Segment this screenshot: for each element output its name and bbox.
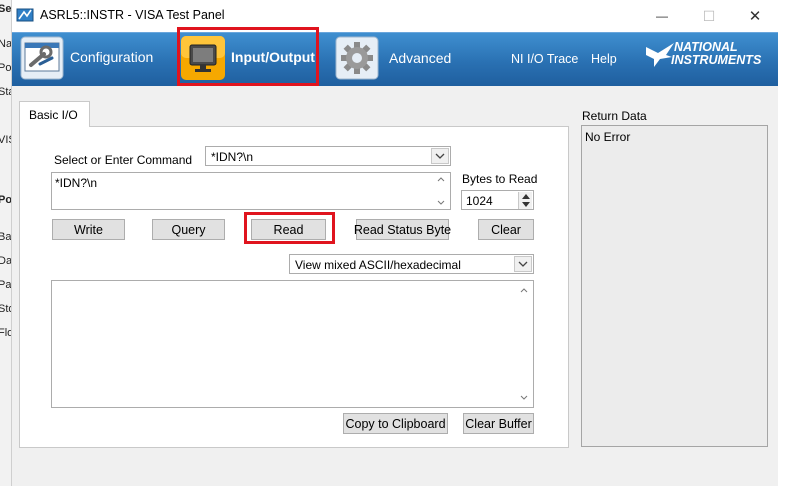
scroll-down-icon[interactable] bbox=[520, 395, 528, 400]
stepper-up-icon[interactable] bbox=[522, 194, 530, 199]
return-data-panel: No Error bbox=[581, 125, 768, 447]
ribbon-tab-advanced[interactable] bbox=[335, 36, 379, 80]
copy-to-clipboard-button[interactable]: Copy to Clipboard bbox=[343, 413, 448, 434]
window-title: ASRL5::INSTR - VISA Test Panel bbox=[40, 8, 225, 22]
bytes-to-read-stepper[interactable]: 1024 bbox=[461, 190, 534, 210]
minimize-icon: — bbox=[656, 9, 668, 23]
help-link[interactable]: Help bbox=[591, 52, 617, 66]
ni-io-trace-link[interactable]: NI I/O Trace bbox=[511, 52, 578, 66]
bg-fragment: Da bbox=[0, 255, 12, 267]
bg-fragment: Pa bbox=[0, 279, 12, 291]
gear-icon bbox=[335, 36, 379, 80]
command-label: Select or Enter Command bbox=[54, 153, 193, 167]
bg-fragment: Na bbox=[0, 38, 12, 50]
chevron-down-icon[interactable] bbox=[514, 256, 532, 272]
return-data-label: Return Data bbox=[582, 109, 647, 123]
ni-logo-line2: INSTRUMENTS bbox=[671, 53, 762, 67]
app-icon bbox=[16, 6, 34, 24]
close-button[interactable]: ✕ bbox=[732, 0, 778, 32]
maximize-button[interactable]: ☐ bbox=[686, 0, 732, 32]
bg-fragment: Sta bbox=[0, 86, 11, 98]
stepper-down-icon[interactable] bbox=[522, 202, 530, 207]
bytes-to-read-value: 1024 bbox=[466, 194, 493, 208]
command-combo[interactable]: *IDN?\n bbox=[205, 146, 451, 166]
query-button[interactable]: Query bbox=[152, 219, 225, 240]
ni-logo-text: NATIONAL INSTRUMENTS bbox=[671, 41, 762, 67]
ribbon-tab-configuration[interactable] bbox=[20, 36, 64, 80]
output-scrollbar[interactable] bbox=[516, 282, 532, 406]
command-scrollbar[interactable] bbox=[433, 174, 449, 208]
bg-fragment: Sto bbox=[0, 303, 11, 315]
bg-fragment: Ba bbox=[0, 231, 12, 243]
view-mode-select[interactable]: View mixed ASCII/hexadecimal bbox=[289, 254, 534, 274]
ribbon-tab-advanced-label[interactable]: Advanced bbox=[389, 50, 451, 66]
chevron-down-icon[interactable] bbox=[431, 148, 449, 164]
stepper-buttons[interactable] bbox=[518, 192, 532, 209]
bg-fragment: Po bbox=[0, 194, 12, 206]
tab-basic-io-label: Basic I/O bbox=[29, 108, 78, 122]
clear-button[interactable]: Clear bbox=[478, 219, 534, 240]
read-status-byte-button[interactable]: Read Status Byte bbox=[354, 219, 451, 240]
config-icon bbox=[20, 36, 64, 80]
maximize-icon: ☐ bbox=[702, 7, 716, 24]
bg-fragment: Po bbox=[0, 62, 12, 74]
bg-fragment: Se bbox=[0, 3, 12, 15]
scroll-up-icon[interactable] bbox=[437, 177, 445, 182]
command-combo-value: *IDN?\n bbox=[211, 150, 254, 164]
minimize-button[interactable]: — bbox=[639, 0, 685, 32]
return-data-value: No Error bbox=[585, 130, 631, 144]
command-text: *IDN?\n bbox=[55, 176, 98, 190]
close-icon: ✕ bbox=[748, 8, 762, 25]
highlight-box-read bbox=[244, 212, 335, 244]
ribbon-tab-configuration-label[interactable]: Configuration bbox=[70, 49, 153, 65]
tab-basic-io[interactable]: Basic I/O bbox=[19, 101, 90, 127]
bg-fragment: Flo bbox=[0, 327, 11, 339]
clear-buffer-button[interactable]: Clear Buffer bbox=[463, 413, 534, 434]
write-button[interactable]: Write bbox=[52, 219, 125, 240]
output-buffer-area[interactable] bbox=[51, 280, 534, 408]
view-mode-value: View mixed ASCII/hexadecimal bbox=[295, 258, 461, 272]
highlight-box-input-output bbox=[177, 27, 319, 86]
background-window-strip: Se Na Po Sta VIS Po Ba Da Pa Sto Flo bbox=[0, 0, 12, 486]
bg-fragment: VIS bbox=[0, 134, 11, 146]
command-textarea[interactable]: *IDN?\n bbox=[51, 172, 451, 210]
bytes-to-read-label: Bytes to Read bbox=[462, 172, 538, 186]
scroll-down-icon[interactable] bbox=[437, 200, 445, 205]
scroll-up-icon[interactable] bbox=[520, 288, 528, 293]
